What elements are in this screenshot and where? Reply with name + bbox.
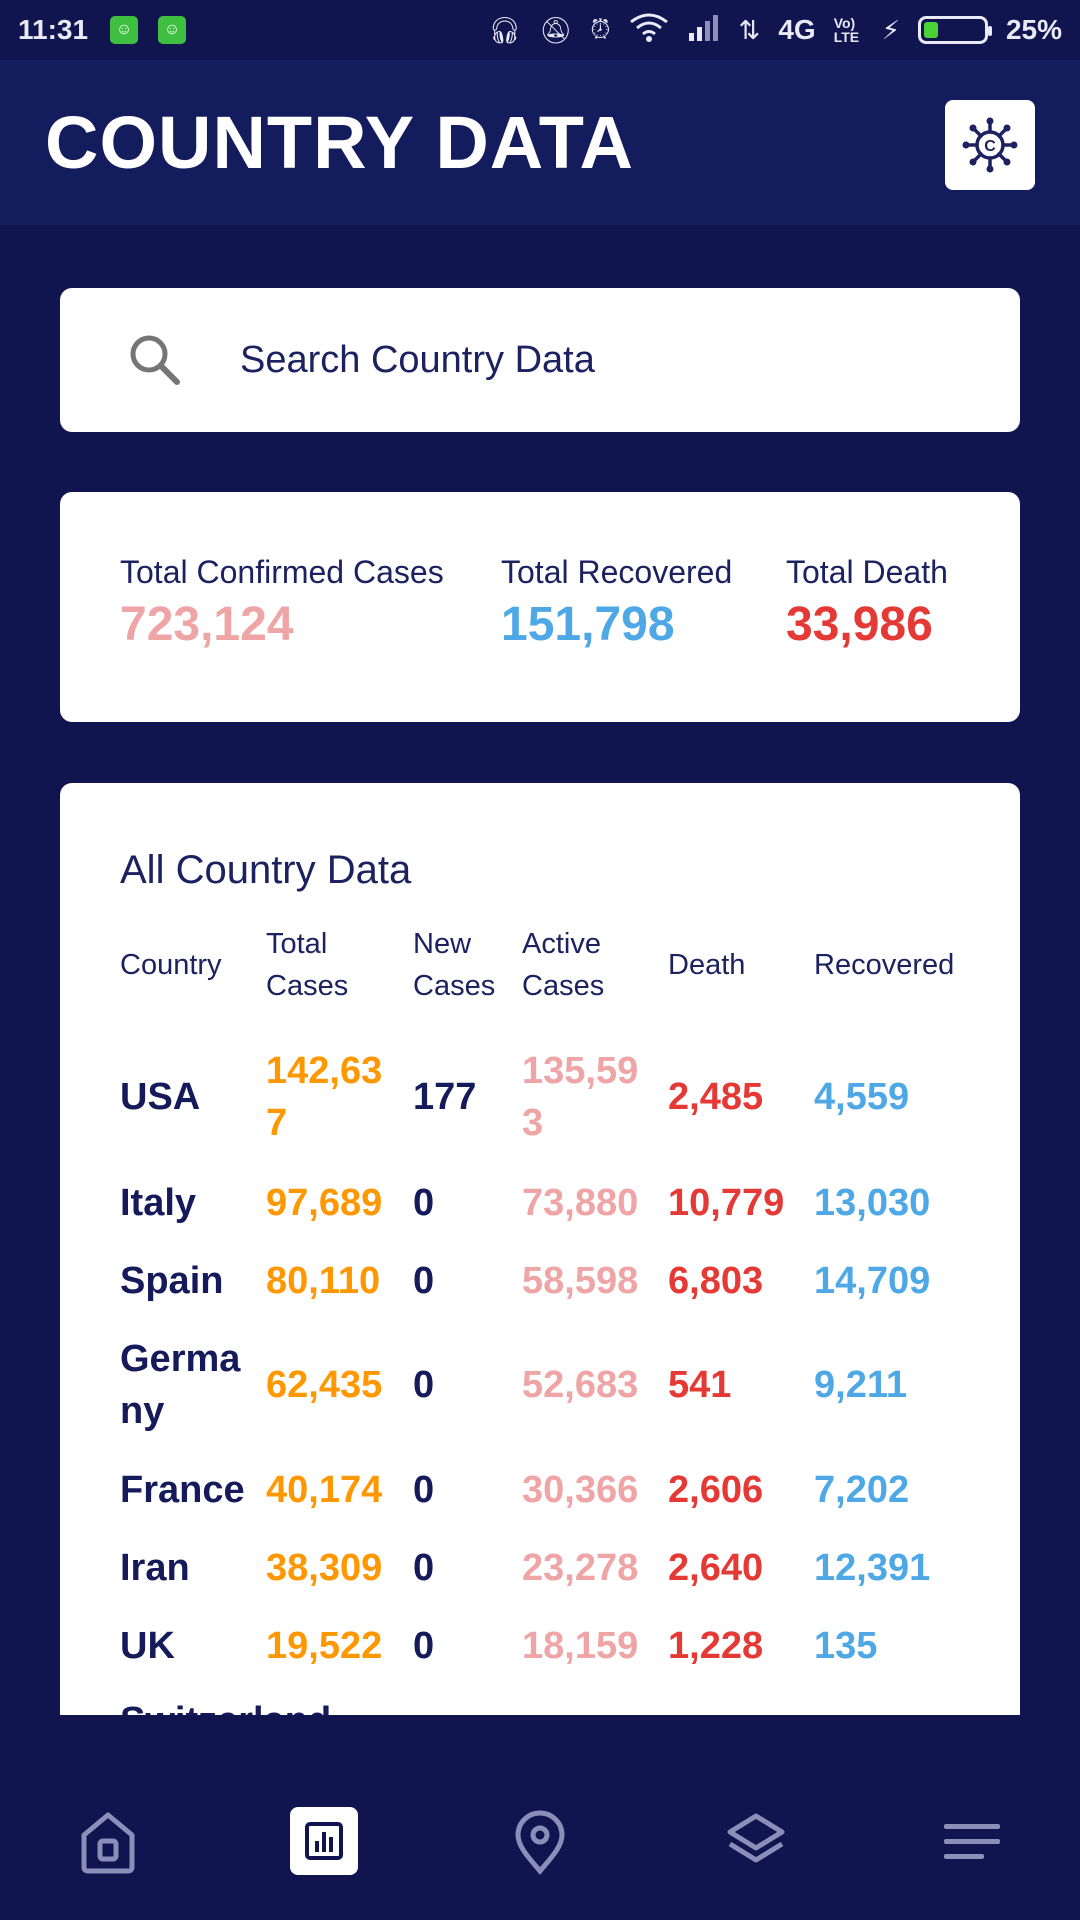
cell-active-cases: 135,593: [522, 1050, 639, 1144]
cell-country: Italy: [120, 1182, 197, 1224]
total-confirmed-label: Total Confirmed Cases: [120, 554, 444, 590]
cell-recovered: 7,202: [814, 1469, 910, 1511]
nav-home[interactable]: [73, 1807, 143, 1877]
cell-recovered: 9,211: [814, 1364, 907, 1406]
cell-recovered: 135: [814, 1625, 878, 1667]
country-table-card[interactable]: All Country Data Country Total Cases New…: [60, 783, 1020, 1715]
cell-active-cases: 58,598: [522, 1260, 639, 1302]
virus-icon: C: [962, 117, 1018, 173]
column-header-total-cases: Total Cases: [266, 928, 349, 1002]
totals-card: Total Confirmed Cases 723,124 Total Reco…: [60, 492, 1020, 722]
table-title: All Country Data: [120, 848, 412, 892]
cell-recovered: 14,709: [814, 1260, 931, 1302]
cell-country: France: [120, 1469, 245, 1511]
cell-total-cases: 38,309: [266, 1547, 383, 1589]
cell-new-cases: 0: [413, 1364, 435, 1406]
cell-new-cases: 0: [413, 1260, 435, 1302]
network-type: 4G: [778, 14, 816, 45]
column-header-new-cases: New Cases: [413, 928, 496, 1002]
battery-icon: [917, 16, 992, 44]
cell-active-cases: 73,880: [522, 1182, 639, 1224]
total-confirmed-value: 723,124: [120, 598, 294, 651]
cell-death: 2,606: [668, 1469, 764, 1511]
total-death-value: 33,986: [786, 598, 933, 651]
cell-active-cases: 52,683: [522, 1364, 639, 1406]
column-header-country: Country: [120, 949, 222, 981]
column-header-recovered: Recovered: [814, 949, 955, 981]
cell-recovered: 4,559: [814, 1076, 910, 1118]
total-confirmed: Total Confirmed Cases 723,124: [120, 554, 444, 652]
cell-recovered: 13,030: [814, 1182, 931, 1224]
cell-death: 10,779: [668, 1182, 785, 1224]
cell-active-cases: 18,159: [522, 1625, 639, 1667]
total-recovered-label: Total Recovered: [501, 554, 733, 590]
cell-country: Spain: [120, 1260, 224, 1302]
virus-logo-button[interactable]: C: [945, 100, 1035, 190]
notification-app-icon: ☺: [158, 16, 187, 44]
alarm-icon: ⏰︎: [590, 14, 611, 44]
menu-icon: [944, 1824, 1000, 1859]
charging-icon: ⚡︎: [881, 14, 900, 45]
notification-app-icon: ☺: [110, 16, 139, 44]
cell-country: UK: [120, 1625, 175, 1667]
column-header-active-cases: Active Cases: [522, 928, 605, 1002]
search-icon: [130, 335, 180, 385]
app-header: COUNTRY DATA C: [0, 60, 1080, 225]
status-time: 11:31: [18, 14, 89, 45]
cell-new-cases: 0: [413, 1625, 435, 1667]
search-input[interactable]: [240, 328, 920, 392]
cell-country: Iran: [120, 1547, 190, 1589]
cell-new-cases: 0: [413, 1547, 435, 1589]
cell-active-cases: 23,278: [522, 1547, 639, 1589]
total-recovered: Total Recovered 151,798: [501, 554, 732, 652]
status-icons: 🎧︎ 🔕︎ ⏰︎ ⇅ 4G Vo) LTE ⚡︎ 25%: [488, 12, 1062, 49]
svg-text:C: C: [984, 138, 996, 155]
signal-icon: [687, 13, 721, 48]
cell-total-cases: 142,637: [266, 1050, 383, 1144]
total-death: Total Death 33,986: [786, 554, 948, 652]
cell-new-cases: 0: [413, 1182, 435, 1224]
location-icon: [515, 1810, 565, 1875]
nav-stats[interactable]: [290, 1807, 358, 1875]
cell-country: USA: [120, 1076, 201, 1118]
cell-total-cases: 19,522: [266, 1625, 383, 1667]
wifi-icon: [629, 12, 669, 49]
cell-total-cases: 80,110: [266, 1260, 381, 1302]
cell-country: Germany: [120, 1338, 241, 1432]
cell-country: Switzerland: [120, 1695, 720, 1715]
cell-total-cases: 40,174: [266, 1469, 383, 1511]
cell-death: 541: [668, 1364, 732, 1406]
nav-menu[interactable]: [937, 1807, 1007, 1877]
nav-location[interactable]: [505, 1807, 575, 1877]
column-header-death: Death: [668, 949, 746, 981]
total-recovered-value: 151,798: [501, 598, 675, 651]
cell-total-cases: 62,435: [266, 1364, 383, 1406]
mute-icon: 🔕︎: [539, 14, 573, 45]
cell-recovered: 12,391: [814, 1547, 931, 1589]
stats-icon: [305, 1822, 343, 1860]
cell-death: 2,485: [668, 1076, 764, 1118]
page-title: COUNTRY DATA: [45, 101, 634, 184]
nav-layers[interactable]: [721, 1807, 791, 1877]
home-icon: [81, 1812, 135, 1874]
status-bar: 11:31 ☺ ☺ 🎧︎ 🔕︎ ⏰︎ ⇅ 4G Vo) LTE ⚡︎ 25%: [0, 0, 1080, 60]
cell-death: 2,640: [668, 1547, 764, 1589]
battery-percent: 25%: [1005, 14, 1062, 45]
cell-death: 1,228: [668, 1625, 764, 1667]
layers-icon: [727, 1813, 785, 1863]
cell-total-cases: 97,689: [266, 1182, 383, 1224]
cell-new-cases: 177: [413, 1076, 477, 1118]
search-bar[interactable]: [60, 288, 1020, 432]
total-death-label: Total Death: [786, 554, 948, 590]
cell-new-cases: 0: [413, 1469, 435, 1511]
data-arrows-icon: ⇅: [738, 14, 761, 45]
headphones-icon: 🎧︎: [488, 14, 522, 45]
volte-badge: Vo) LTE: [833, 15, 860, 45]
cell-death: 6,803: [668, 1260, 764, 1302]
bottom-nav: [0, 1715, 1080, 1920]
cell-active-cases: 30,366: [522, 1469, 639, 1511]
